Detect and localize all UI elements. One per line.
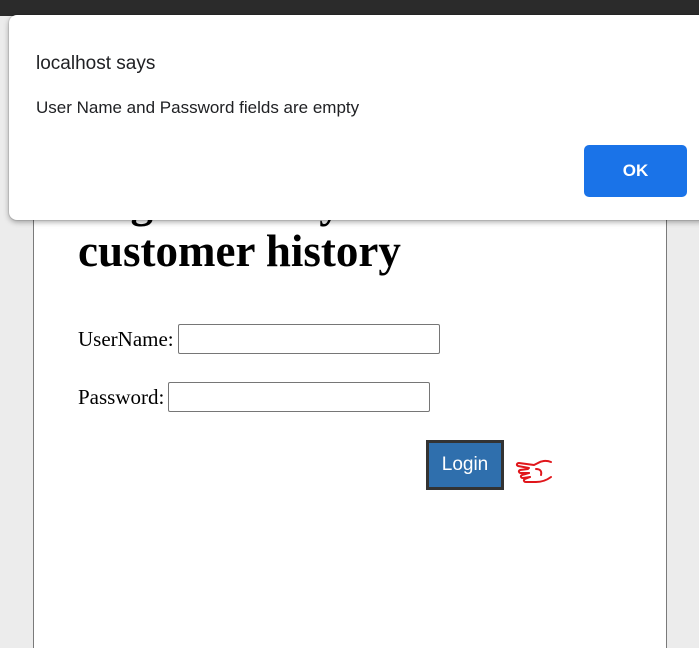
browser-viewport: Login to see your customer history UserN… — [0, 0, 699, 648]
alert-origin-title: localhost says — [36, 53, 156, 74]
username-label: UserName: — [78, 326, 174, 351]
username-row: UserName: — [78, 324, 440, 354]
password-input[interactable] — [168, 382, 431, 412]
alert-dialog: localhost says User Name and Password fi… — [9, 15, 699, 220]
username-input[interactable] — [177, 324, 440, 354]
hand-pointer-icon — [515, 459, 552, 483]
password-row: Password: — [78, 382, 431, 412]
alert-message: User Name and Password fields are empty — [36, 98, 360, 117]
ok-button[interactable]: OK — [584, 145, 687, 197]
password-label: Password: — [78, 384, 165, 409]
login-button[interactable]: Login — [426, 440, 504, 490]
browser-top-bar — [0, 0, 699, 16]
